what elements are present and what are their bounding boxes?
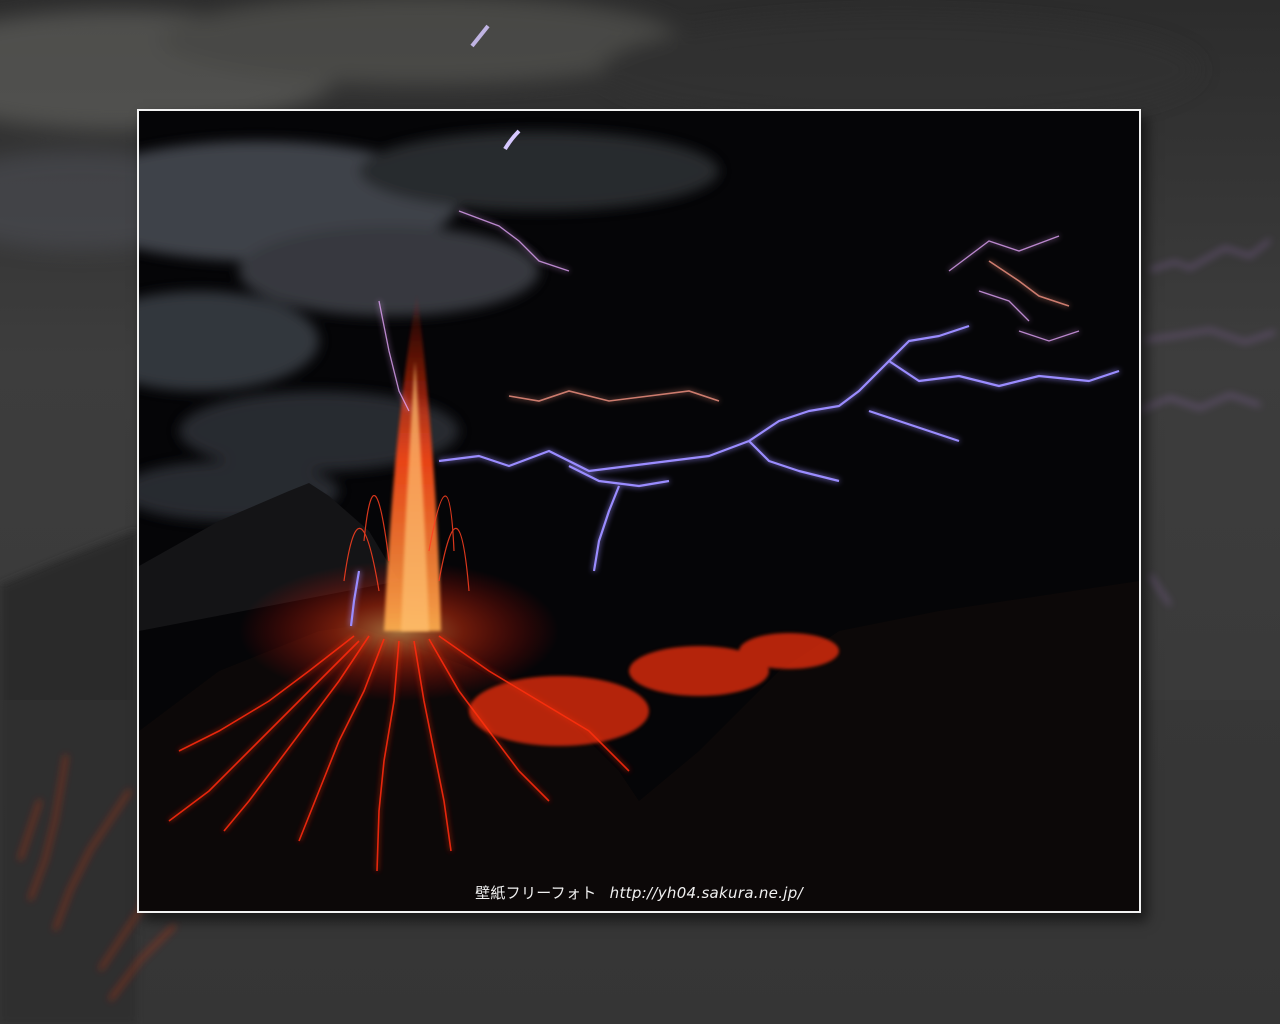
caption-url: http://yh04.sakura.ne.jp/ bbox=[609, 884, 803, 902]
watermark-caption: 壁紙フリーフォト http://yh04.sakura.ne.jp/ bbox=[139, 882, 1139, 903]
photo-frame: 壁紙フリーフォト http://yh04.sakura.ne.jp/ bbox=[137, 109, 1141, 913]
caption-title: 壁紙フリーフォト bbox=[475, 884, 597, 902]
volcano-lightning-photo bbox=[139, 111, 1139, 911]
